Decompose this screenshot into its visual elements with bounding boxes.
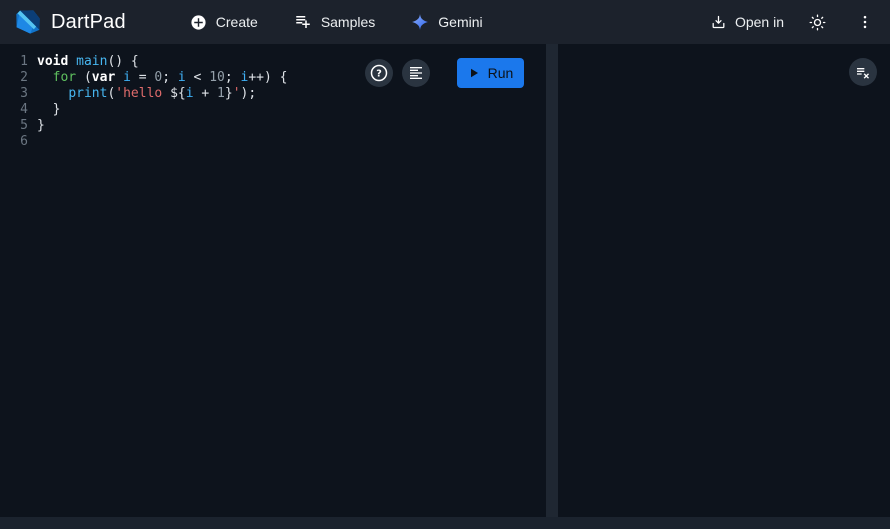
dartpad-app: DartPad Create Samples Gemini Open in 1 … bbox=[0, 0, 890, 529]
code-token: } bbox=[37, 102, 61, 117]
gemini-button[interactable]: Gemini bbox=[411, 13, 483, 31]
line-number: 2 bbox=[20, 70, 28, 85]
code-token: ; bbox=[162, 70, 178, 85]
download-icon bbox=[710, 14, 727, 31]
samples-label: Samples bbox=[320, 14, 376, 30]
dart-logo-icon bbox=[14, 8, 42, 36]
gemini-sparkle-icon bbox=[411, 13, 429, 31]
line-number: 5 bbox=[20, 118, 28, 133]
code-token: 'hello bbox=[115, 86, 171, 101]
brand: DartPad bbox=[14, 8, 126, 36]
run-button[interactable]: Run bbox=[457, 58, 524, 88]
sun-icon bbox=[808, 13, 827, 32]
header-bar: DartPad Create Samples Gemini Open in bbox=[0, 0, 890, 44]
playlist-add-icon bbox=[294, 13, 312, 31]
code-line-text: } bbox=[37, 118, 45, 134]
gemini-label: Gemini bbox=[438, 14, 483, 30]
code-line[interactable]: 3 print('hello ${i + 1}'); bbox=[12, 86, 546, 102]
format-align-left-icon bbox=[408, 65, 424, 81]
code-token: () { bbox=[107, 54, 139, 69]
line-number: 4 bbox=[20, 102, 28, 117]
code-token: main bbox=[76, 54, 108, 69]
kebab-menu-icon bbox=[856, 13, 874, 31]
code-token: ); bbox=[240, 86, 257, 101]
console-controls bbox=[849, 58, 877, 86]
code-token: ${ bbox=[170, 86, 186, 101]
code-token: } bbox=[224, 86, 233, 101]
code-token: var bbox=[91, 70, 116, 85]
format-code-button[interactable] bbox=[402, 59, 430, 87]
main-split: 1 void main() {2 for (var i = 0; i < 10; … bbox=[0, 44, 890, 517]
code-token: = bbox=[130, 70, 155, 85]
code-token: i bbox=[177, 70, 186, 85]
console-panel bbox=[558, 44, 890, 517]
create-button[interactable]: Create bbox=[190, 14, 258, 31]
line-number: 3 bbox=[20, 86, 28, 101]
run-label: Run bbox=[487, 65, 514, 81]
code-token: ; bbox=[224, 70, 241, 85]
open-in-button[interactable]: Open in bbox=[710, 14, 784, 31]
code-line[interactable]: 4 } bbox=[12, 102, 546, 118]
theme-toggle-button[interactable] bbox=[802, 7, 832, 37]
overflow-menu-button[interactable] bbox=[850, 7, 880, 37]
header-actions: Open in bbox=[710, 7, 880, 37]
code-token: print bbox=[68, 86, 108, 101]
line-number: 1 bbox=[20, 54, 28, 69]
code-line[interactable]: 5} bbox=[12, 118, 546, 134]
open-in-label: Open in bbox=[734, 14, 784, 30]
code-token: ( bbox=[76, 70, 92, 85]
keyboard-help-button[interactable]: ? bbox=[365, 59, 393, 87]
play-icon bbox=[468, 67, 480, 79]
code-token: ++) { bbox=[248, 70, 288, 85]
code-line-text: print('hello ${i + 1}'); bbox=[37, 86, 256, 102]
svg-text:?: ? bbox=[376, 69, 382, 80]
header-nav: Create Samples Gemini bbox=[190, 13, 483, 31]
code-token: ' bbox=[232, 86, 241, 101]
app-title: DartPad bbox=[51, 10, 126, 33]
samples-button[interactable]: Samples bbox=[294, 13, 375, 31]
code-token: for bbox=[52, 70, 77, 85]
editor-controls: ? Run bbox=[365, 58, 524, 88]
code-token: + bbox=[193, 86, 218, 101]
help-icon: ? bbox=[369, 63, 389, 83]
code-token: i bbox=[123, 70, 131, 85]
panel-resize-handle[interactable] bbox=[546, 44, 558, 517]
code-token: 10 bbox=[209, 70, 225, 85]
code-line-text: for (var i = 0; i < 10; i++) { bbox=[37, 70, 288, 86]
add-circle-icon bbox=[190, 14, 207, 31]
playlist-remove-icon bbox=[855, 64, 871, 80]
clear-console-button[interactable] bbox=[849, 58, 877, 86]
code-token: < bbox=[185, 70, 210, 85]
editor-panel[interactable]: 1 void main() {2 for (var i = 0; i < 10; … bbox=[0, 44, 546, 517]
line-number: 6 bbox=[20, 134, 28, 149]
code-token: } bbox=[37, 118, 45, 133]
code-token: i bbox=[185, 86, 194, 101]
code-token: 1 bbox=[217, 86, 225, 101]
code-line-text: void main() { bbox=[37, 54, 139, 70]
code-token: void bbox=[37, 54, 69, 69]
code-line-text: } bbox=[37, 102, 61, 118]
code-line[interactable]: 6 bbox=[12, 134, 546, 150]
create-label: Create bbox=[215, 14, 258, 30]
status-bar bbox=[0, 517, 890, 529]
